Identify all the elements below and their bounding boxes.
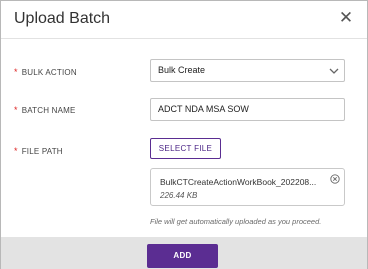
remove-circle-icon[interactable] <box>330 174 340 184</box>
close-icon[interactable]: ✕ <box>337 9 355 27</box>
file-size: 226.44 KB <box>160 191 198 200</box>
file-name: BulkCTCreateActionWorkBook_202208... <box>160 177 317 187</box>
upload-hint: File will get automatically uploaded as … <box>150 217 322 226</box>
file-path-label: * FILE PATH <box>14 146 63 156</box>
bulk-action-label: * BULK ACTION <box>14 67 77 77</box>
select-file-button[interactable]: SELECT FILE <box>150 138 221 159</box>
required-mark: * <box>14 146 18 156</box>
dialog-title: Upload Batch <box>14 10 111 27</box>
bulk-action-value: Bulk Create <box>158 65 206 75</box>
add-button[interactable]: ADD <box>147 244 218 268</box>
selected-file-card: BulkCTCreateActionWorkBook_202208... 226… <box>150 168 345 206</box>
bulk-action-label-text: BULK ACTION <box>21 68 77 77</box>
upload-batch-dialog: Upload Batch ✕ * BULK ACTION Bulk Create … <box>0 0 368 269</box>
batch-name-value: ADCT NDA MSA SOW <box>158 104 249 114</box>
dialog-header: Upload Batch ✕ <box>1 1 367 39</box>
required-mark: * <box>14 67 18 77</box>
batch-name-label: * BATCH NAME <box>14 105 76 115</box>
bulk-action-select[interactable]: Bulk Create <box>150 59 345 82</box>
required-mark: * <box>14 105 18 115</box>
batch-name-input[interactable]: ADCT NDA MSA SOW <box>150 98 345 121</box>
chevron-down-icon <box>329 68 339 74</box>
file-path-label-text: FILE PATH <box>21 147 63 156</box>
batch-name-label-text: BATCH NAME <box>21 106 76 115</box>
